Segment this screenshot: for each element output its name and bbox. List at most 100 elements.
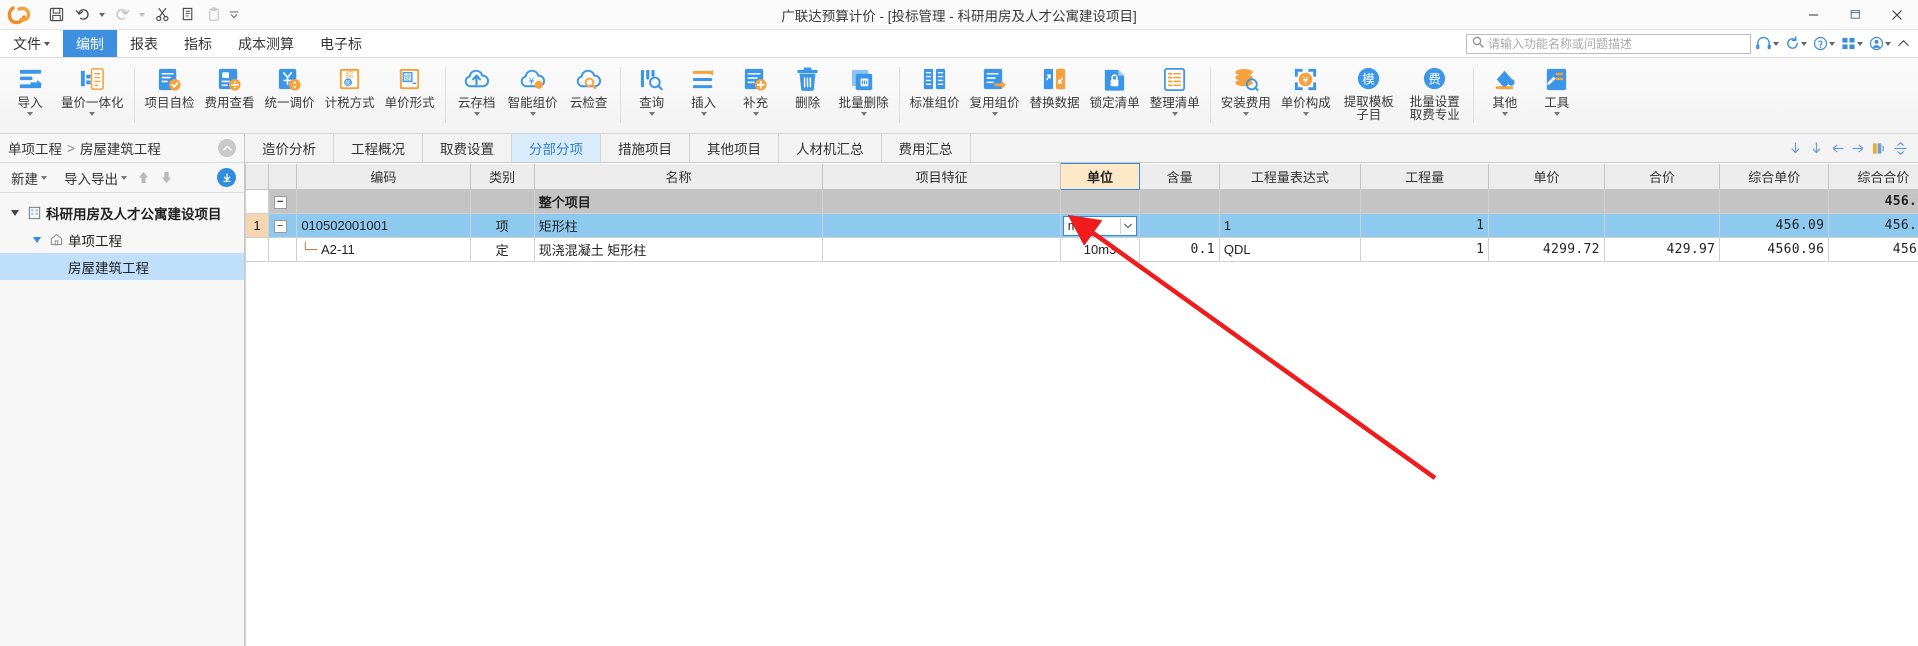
chevron-down-icon[interactable] xyxy=(89,112,96,116)
ribbon-extract-template[interactable]: 模 提取模板子目 xyxy=(1336,61,1402,133)
chevron-down-icon[interactable] xyxy=(991,112,998,116)
new-button[interactable]: 新建 xyxy=(8,166,50,190)
ribbon-price-adjust[interactable]: 统一调价 xyxy=(260,61,320,133)
cell-feature[interactable] xyxy=(822,213,1061,238)
move-down-button[interactable] xyxy=(156,167,176,189)
chevron-down-icon[interactable] xyxy=(752,112,759,116)
col-category[interactable]: 类别 xyxy=(469,163,535,190)
col-comp-total[interactable]: 综合合价 xyxy=(1828,163,1918,190)
cell-code[interactable] xyxy=(296,189,471,214)
collapse-panel-icon[interactable] xyxy=(218,139,236,157)
cell-comp-price[interactable]: 456.09 xyxy=(1719,213,1830,238)
cell-code[interactable]: └─ A2-11 xyxy=(296,237,471,262)
ribbon-lock-list[interactable]: 锁定清单 xyxy=(1085,61,1145,133)
cell-content[interactable] xyxy=(1139,189,1220,214)
cell-code[interactable]: 010502001001 xyxy=(296,213,471,238)
ribbon-smart-price[interactable]: ¥ 智能组价 xyxy=(503,61,563,133)
maximize-button[interactable] xyxy=(1834,0,1876,30)
chevron-down-icon[interactable] xyxy=(529,112,536,116)
ribbon-unit-price-composition[interactable]: ¥ 单价构成 xyxy=(1276,61,1336,133)
ribbon-integration[interactable]: 量价一体化 xyxy=(56,61,129,133)
tab-project-overview[interactable]: 工程概况 xyxy=(334,134,423,162)
ribbon-query[interactable]: 查询 xyxy=(626,61,678,133)
ribbon-batch-set-fee[interactable]: 费 批量设置取费专业 xyxy=(1402,61,1468,133)
chevron-down-icon[interactable] xyxy=(648,112,655,116)
menu-item-indicator[interactable]: 指标 xyxy=(171,30,225,57)
ribbon-cloud-archive[interactable]: 云存档 xyxy=(451,61,503,133)
save-icon[interactable] xyxy=(44,4,68,26)
arrow-down-alt-icon[interactable] xyxy=(1808,138,1824,158)
columns-icon[interactable] xyxy=(1871,138,1887,158)
tab-fee-settings[interactable]: 取费设置 xyxy=(423,134,512,162)
cell-qty[interactable] xyxy=(1359,189,1490,214)
cell-qty[interactable]: 1 xyxy=(1359,213,1490,238)
cut-icon[interactable] xyxy=(150,4,174,26)
cell-category[interactable]: 定 xyxy=(469,237,535,262)
refresh-icon[interactable] xyxy=(1783,32,1809,56)
chevron-down-icon[interactable] xyxy=(1553,112,1560,116)
cell-name[interactable]: 矩形柱 xyxy=(533,213,824,238)
import-export-button[interactable]: 导入导出 xyxy=(61,166,130,190)
cell-total[interactable]: 429.97 xyxy=(1603,237,1721,262)
ribbon-unit-price-form[interactable]: 综 单价形式 xyxy=(380,61,440,133)
ribbon-insert[interactable]: 插入 xyxy=(678,61,730,133)
ribbon-standard-price[interactable]: 标准组价 xyxy=(905,61,965,133)
cell-comp-price[interactable] xyxy=(1719,189,1830,214)
ribbon-import[interactable]: 导入 xyxy=(4,61,56,133)
cell-price[interactable] xyxy=(1488,189,1605,214)
ribbon-other[interactable]: 其他 xyxy=(1479,61,1531,133)
cell-price[interactable] xyxy=(1488,213,1605,238)
cell-category[interactable] xyxy=(469,189,535,214)
chevron-down-icon[interactable] xyxy=(27,112,33,116)
tree-node-project[interactable]: 科研用房及人才公寓建设项目 xyxy=(0,199,244,226)
col-price[interactable]: 单价 xyxy=(1488,163,1605,190)
cell-qty[interactable]: 1 xyxy=(1359,237,1490,262)
ribbon-fee-view[interactable]: 费用查看 xyxy=(200,61,260,133)
table-row[interactable]: └─ A2-11 定 现浇混凝土 矩形柱 10m3 0.1 QDL 1 4299.… xyxy=(245,237,1918,262)
ribbon-reuse-price[interactable]: 复用组价 xyxy=(965,61,1025,133)
arrow-left-icon[interactable] xyxy=(1829,138,1845,158)
cell-total[interactable] xyxy=(1603,189,1721,214)
expand-toggle-icon[interactable] xyxy=(28,236,46,243)
minimize-button[interactable] xyxy=(1792,0,1834,30)
apps-grid-icon[interactable] xyxy=(1839,32,1865,56)
col-feature[interactable]: 项目特征 xyxy=(822,163,1061,190)
table-row[interactable]: − 整个项目 456. xyxy=(245,189,1918,214)
ribbon-tax-method[interactable]: 综 般 计税方式 xyxy=(320,61,380,133)
breadcrumb-current[interactable]: 房屋建筑工程 xyxy=(80,138,161,158)
col-total[interactable]: 合价 xyxy=(1603,163,1721,190)
arrow-down-icon[interactable] xyxy=(1787,138,1803,158)
cell-comp-total[interactable]: 456.1 xyxy=(1828,237,1918,262)
search-box[interactable] xyxy=(1466,33,1751,54)
col-qty[interactable]: 工程量 xyxy=(1359,163,1490,190)
cell-unit[interactable] xyxy=(1059,189,1141,214)
tab-division-items[interactable]: 分部分项 xyxy=(512,134,601,162)
ribbon-replace-data[interactable]: 替换数据 xyxy=(1025,61,1085,133)
tree-node-single-project[interactable]: 单项工程 xyxy=(0,226,244,253)
menu-item-cost-estimate[interactable]: 成本测算 xyxy=(225,30,307,57)
cell-expr[interactable]: 1 xyxy=(1218,213,1362,238)
tab-fee-summary[interactable]: 费用汇总 xyxy=(881,134,971,162)
help-icon[interactable] xyxy=(1811,32,1837,56)
qat-more-icon[interactable] xyxy=(228,4,240,26)
table-row[interactable]: 1 − 010502001001 项 矩形柱 m3 1 1 456.09 456… xyxy=(245,213,1918,238)
chevron-down-icon[interactable] xyxy=(1120,217,1134,234)
close-button[interactable] xyxy=(1876,0,1918,30)
copy-icon[interactable] xyxy=(176,4,200,26)
col-comp-price[interactable]: 综合单价 xyxy=(1719,163,1830,190)
unit-combobox[interactable]: m3 xyxy=(1062,215,1138,236)
chevron-down-icon[interactable] xyxy=(1302,112,1309,116)
tab-cost-analysis[interactable]: 造价分析 xyxy=(245,134,334,162)
menu-item-edit[interactable]: 编制 xyxy=(63,30,117,57)
col-content[interactable]: 含量 xyxy=(1139,163,1220,190)
cell-comp-price[interactable]: 4560.96 xyxy=(1719,237,1830,262)
menu-item-file[interactable]: 文件 xyxy=(0,30,63,57)
paste-icon[interactable] xyxy=(202,4,226,26)
collapse-item-icon[interactable]: − xyxy=(273,220,287,234)
col-code[interactable]: 编码 xyxy=(296,163,471,190)
cell-feature[interactable] xyxy=(822,237,1061,262)
cell-content[interactable]: 0.1 xyxy=(1139,237,1220,262)
menu-item-e-bid[interactable]: 电子标 xyxy=(307,30,375,57)
col-expr[interactable]: 工程量表达式 xyxy=(1218,163,1362,190)
undo-dropdown-icon[interactable] xyxy=(96,4,108,26)
